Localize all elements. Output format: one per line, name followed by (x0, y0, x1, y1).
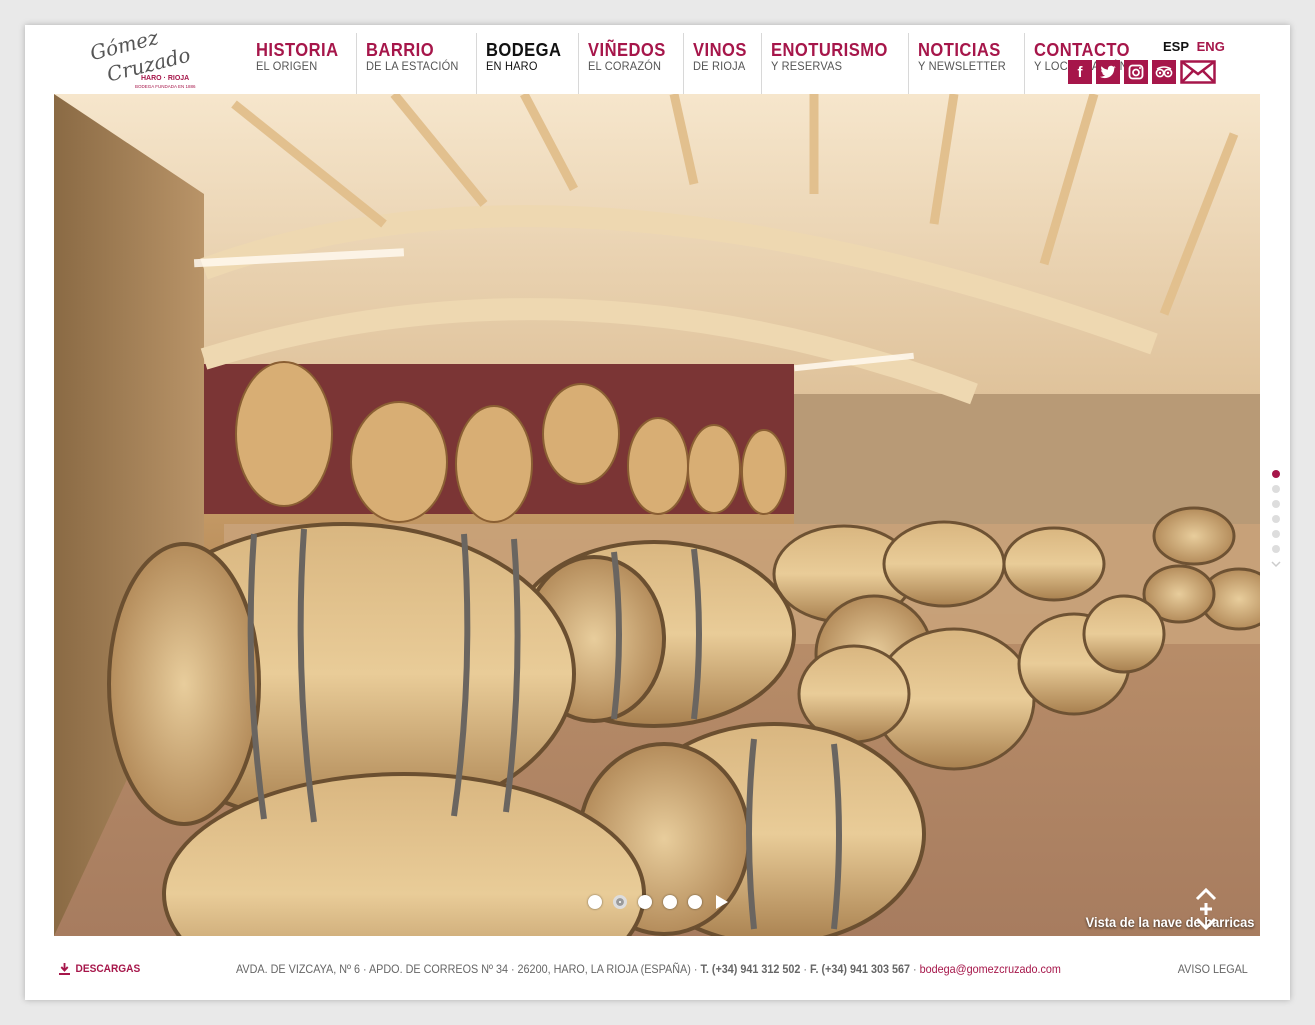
nav-barrio[interactable]: BARRIO DE LA ESTACIÓN (357, 33, 478, 95)
nav-title: CONTACTO (1033, 40, 1130, 60)
address-text: AVDA. DE VIZCAYA, Nº 6 · APDO. DE CORREO… (236, 962, 691, 976)
downloads-link[interactable]: DESCARGAS (59, 963, 140, 975)
slide-dots (588, 895, 728, 909)
mail-icon[interactable] (1180, 60, 1216, 84)
nav-subtitle: DE LA ESTACIÓN (365, 59, 459, 73)
pager-dot[interactable] (1272, 530, 1280, 538)
nav-title: BODEGA (486, 40, 562, 60)
pager-dot-active[interactable] (1272, 470, 1280, 478)
section-pager (1271, 470, 1281, 568)
pager-dot[interactable] (1272, 485, 1280, 493)
nav-title: VINOS (692, 40, 747, 60)
nav-subtitle: Y NEWSLETTER (918, 59, 1007, 73)
download-icon (59, 963, 71, 975)
barrel-hall-photo (54, 94, 1260, 936)
nav-subtitle: EL CORAZÓN (588, 59, 662, 73)
pager-dot[interactable] (1272, 545, 1280, 553)
nav-noticias[interactable]: NOTICIAS Y NEWSLETTER (909, 33, 1025, 95)
logo-founded: BODEGA FUNDADA EN 1886 (135, 84, 196, 89)
nav-subtitle: EL ORIGEN (256, 59, 318, 73)
pager-dot[interactable] (1272, 515, 1280, 523)
slide-caption: Vista de la nave de barricas (1085, 914, 1254, 930)
nav-vinedos[interactable]: VIÑEDOS EL CORAZÓN (579, 33, 684, 95)
downloads-label: DESCARGAS (75, 963, 141, 975)
nav-bodega[interactable]: BODEGA EN HARO (477, 33, 580, 95)
tripadvisor-icon[interactable] (1152, 60, 1176, 84)
expand-icon[interactable] (1194, 887, 1218, 931)
nav-title: ENOTURISMO (771, 40, 889, 60)
fax-number: F. (+34) 941 303 567 (810, 962, 911, 976)
play-icon[interactable] (716, 895, 728, 909)
logo-tagline: HARO · RIOJA (141, 75, 189, 82)
main-nav: HISTORIA EL ORIGEN BARRIO DE LA ESTACIÓN… (247, 33, 1148, 95)
twitter-icon[interactable] (1096, 60, 1120, 84)
slide-dot-active[interactable] (613, 895, 627, 909)
slide-dot[interactable] (638, 895, 652, 909)
lang-eng[interactable]: ENG (1197, 39, 1225, 54)
hero-slideshow[interactable]: Vista de la nave de barricas (54, 94, 1260, 936)
nav-title: VIÑEDOS (588, 40, 667, 60)
facebook-icon[interactable]: f (1068, 60, 1092, 84)
email-link[interactable]: bodega@gomezcruzado.com (920, 962, 1061, 976)
slide-dot[interactable] (688, 895, 702, 909)
chevron-down-icon[interactable] (1271, 560, 1281, 568)
slide-dot[interactable] (663, 895, 677, 909)
nav-subtitle: Y RESERVAS (771, 59, 843, 73)
nav-title: NOTICIAS (918, 40, 1002, 60)
social-links: f (1068, 60, 1216, 84)
nav-title: HISTORIA (256, 40, 339, 60)
nav-historia[interactable]: HISTORIA EL ORIGEN (247, 33, 357, 95)
nav-subtitle: DE RIOJA (692, 59, 746, 73)
pager-dot[interactable] (1272, 500, 1280, 508)
phone-number: T. (+34) 941 312 502 (700, 962, 801, 976)
nav-vinos[interactable]: VINOS DE RIOJA (684, 33, 763, 95)
nav-subtitle: EN HARO (486, 59, 538, 73)
contact-address: AVDA. DE VIZCAYA, Nº 6 · APDO. DE CORREO… (236, 962, 1061, 976)
language-switcher: ESP ENG (1163, 39, 1229, 54)
logo-mark: Gómez Cruzado HARO · RIOJA BODEGA FUNDAD… (88, 33, 196, 89)
slide-dot[interactable] (588, 895, 602, 909)
brand-logo[interactable]: Gómez Cruzado HARO · RIOJA BODEGA FUNDAD… (83, 33, 203, 93)
lang-esp[interactable]: ESP (1163, 39, 1189, 54)
instagram-icon[interactable] (1124, 60, 1148, 84)
legal-notice-link[interactable]: AVISO LEGAL (1178, 962, 1248, 976)
nav-title: BARRIO (365, 40, 434, 60)
nav-enoturismo[interactable]: ENOTURISMO Y RESERVAS (762, 33, 910, 95)
page: Gómez Cruzado HARO · RIOJA BODEGA FUNDAD… (25, 25, 1290, 1000)
footer: DESCARGAS AVDA. DE VIZCAYA, Nº 6 · APDO.… (25, 957, 1290, 981)
